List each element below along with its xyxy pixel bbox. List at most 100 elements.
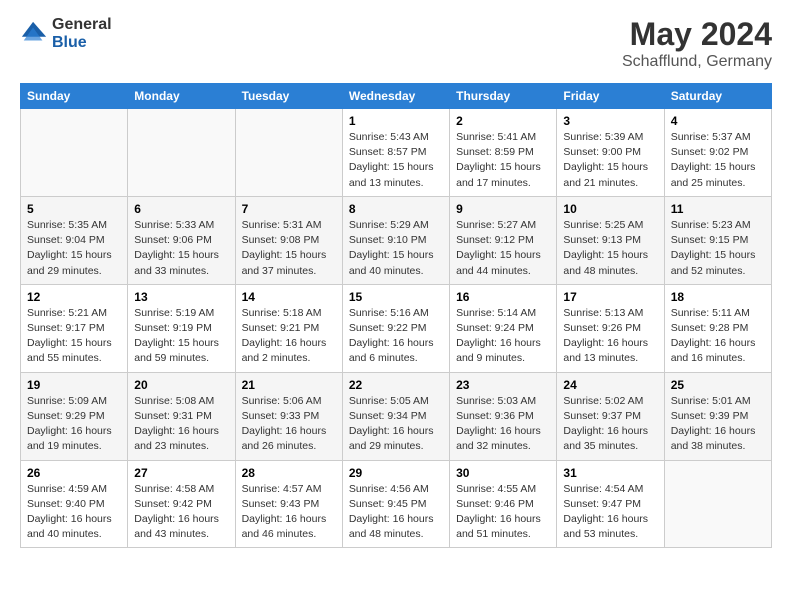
col-tuesday: Tuesday	[235, 84, 342, 109]
day-info: Sunrise: 5:14 AM Sunset: 9:24 PM Dayligh…	[456, 306, 550, 367]
day-number: 14	[242, 290, 336, 304]
day-info: Sunrise: 4:54 AM Sunset: 9:47 PM Dayligh…	[563, 482, 657, 543]
day-info: Sunrise: 4:59 AM Sunset: 9:40 PM Dayligh…	[27, 482, 121, 543]
calendar-table: Sunday Monday Tuesday Wednesday Thursday…	[20, 83, 772, 548]
calendar-cell: 21 Sunrise: 5:06 AM Sunset: 9:33 PM Dayli…	[235, 372, 342, 460]
day-number: 29	[349, 466, 443, 480]
calendar-cell: 29 Sunrise: 4:56 AM Sunset: 9:45 PM Dayli…	[342, 460, 449, 548]
calendar-cell: 18Sunrise: 5:11 AM Sunset: 9:28 PM Dayli…	[664, 284, 771, 372]
day-number: 30	[456, 466, 550, 480]
day-info: Sunrise: 4:56 AM Sunset: 9:45 PM Dayligh…	[349, 482, 443, 543]
logo-general-text: General	[52, 16, 112, 34]
location-title: Schafflund, Germany	[622, 53, 772, 71]
logo-text: General Blue	[52, 16, 112, 51]
day-number: 13	[134, 290, 228, 304]
day-info: Sunrise: 5:25 AM Sunset: 9:13 PM Dayligh…	[563, 218, 657, 279]
calendar-cell: 9 Sunrise: 5:27 AM Sunset: 9:12 PM Daylig…	[450, 196, 557, 284]
calendar-cell: 27 Sunrise: 4:58 AM Sunset: 9:42 PM Dayli…	[128, 460, 235, 548]
day-info: Sunrise: 5:01 AM Sunset: 9:39 PM Dayligh…	[671, 394, 765, 455]
day-number: 27	[134, 466, 228, 480]
week-row-5: 26 Sunrise: 4:59 AM Sunset: 9:40 PM Dayli…	[21, 460, 772, 548]
day-info: Sunrise: 4:57 AM Sunset: 9:43 PM Dayligh…	[242, 482, 336, 543]
day-info: Sunrise: 5:21 AM Sunset: 9:17 PM Dayligh…	[27, 306, 121, 367]
day-info: Sunrise: 5:16 AM Sunset: 9:22 PM Dayligh…	[349, 306, 443, 367]
calendar-cell: 23 Sunrise: 5:03 AM Sunset: 9:36 PM Dayli…	[450, 372, 557, 460]
calendar-cell: 4Sunrise: 5:37 AM Sunset: 9:02 PM Daylig…	[664, 109, 771, 197]
header: General Blue May 2024 Schafflund, German…	[20, 16, 772, 71]
day-number: 2	[456, 114, 550, 128]
calendar-cell: 12 Sunrise: 5:21 AM Sunset: 9:17 PM Dayli…	[21, 284, 128, 372]
calendar-cell: 17 Sunrise: 5:13 AM Sunset: 9:26 PM Dayli…	[557, 284, 664, 372]
calendar-cell: 8 Sunrise: 5:29 AM Sunset: 9:10 PM Daylig…	[342, 196, 449, 284]
day-number: 17	[563, 290, 657, 304]
calendar-cell: 31 Sunrise: 4:54 AM Sunset: 9:47 PM Dayli…	[557, 460, 664, 548]
day-number: 7	[242, 202, 336, 216]
col-monday: Monday	[128, 84, 235, 109]
day-info: Sunrise: 5:29 AM Sunset: 9:10 PM Dayligh…	[349, 218, 443, 279]
calendar-cell: 15 Sunrise: 5:16 AM Sunset: 9:22 PM Dayli…	[342, 284, 449, 372]
day-number: 18	[671, 290, 765, 304]
day-info: Sunrise: 5:05 AM Sunset: 9:34 PM Dayligh…	[349, 394, 443, 455]
day-number: 8	[349, 202, 443, 216]
calendar-cell: 13 Sunrise: 5:19 AM Sunset: 9:19 PM Dayli…	[128, 284, 235, 372]
calendar-cell: 16 Sunrise: 5:14 AM Sunset: 9:24 PM Dayli…	[450, 284, 557, 372]
day-info: Sunrise: 5:02 AM Sunset: 9:37 PM Dayligh…	[563, 394, 657, 455]
day-info: Sunrise: 5:13 AM Sunset: 9:26 PM Dayligh…	[563, 306, 657, 367]
day-number: 6	[134, 202, 228, 216]
title-block: May 2024 Schafflund, Germany	[622, 16, 772, 71]
day-number: 12	[27, 290, 121, 304]
calendar-cell	[235, 109, 342, 197]
day-number: 22	[349, 378, 443, 392]
calendar-cell: 19 Sunrise: 5:09 AM Sunset: 9:29 PM Dayli…	[21, 372, 128, 460]
day-info: Sunrise: 5:41 AM Sunset: 8:59 PM Dayligh…	[456, 130, 550, 191]
day-info: Sunrise: 5:43 AM Sunset: 8:57 PM Dayligh…	[349, 130, 443, 191]
calendar-cell: 11Sunrise: 5:23 AM Sunset: 9:15 PM Dayli…	[664, 196, 771, 284]
logo-icon	[20, 20, 48, 48]
calendar-cell	[21, 109, 128, 197]
calendar-cell	[128, 109, 235, 197]
calendar-cell: 30 Sunrise: 4:55 AM Sunset: 9:46 PM Dayli…	[450, 460, 557, 548]
week-row-4: 19 Sunrise: 5:09 AM Sunset: 9:29 PM Dayli…	[21, 372, 772, 460]
week-row-1: 1 Sunrise: 5:43 AM Sunset: 8:57 PM Daylig…	[21, 109, 772, 197]
day-number: 24	[563, 378, 657, 392]
calendar-cell: 3Sunrise: 5:39 AM Sunset: 9:00 PM Daylig…	[557, 109, 664, 197]
col-saturday: Saturday	[664, 84, 771, 109]
logo: General Blue	[20, 16, 112, 51]
day-number: 10	[563, 202, 657, 216]
day-number: 9	[456, 202, 550, 216]
day-number: 16	[456, 290, 550, 304]
calendar-cell: 5Sunrise: 5:35 AM Sunset: 9:04 PM Daylig…	[21, 196, 128, 284]
day-info: Sunrise: 5:06 AM Sunset: 9:33 PM Dayligh…	[242, 394, 336, 455]
day-number: 31	[563, 466, 657, 480]
day-info: Sunrise: 5:27 AM Sunset: 9:12 PM Dayligh…	[456, 218, 550, 279]
day-number: 20	[134, 378, 228, 392]
day-info: Sunrise: 5:33 AM Sunset: 9:06 PM Dayligh…	[134, 218, 228, 279]
day-number: 4	[671, 114, 765, 128]
calendar-cell: 14 Sunrise: 5:18 AM Sunset: 9:21 PM Dayli…	[235, 284, 342, 372]
calendar-cell: 2 Sunrise: 5:41 AM Sunset: 8:59 PM Daylig…	[450, 109, 557, 197]
calendar-cell: 28 Sunrise: 4:57 AM Sunset: 9:43 PM Dayli…	[235, 460, 342, 548]
day-number: 3	[563, 114, 657, 128]
page: General Blue May 2024 Schafflund, German…	[0, 0, 792, 564]
day-info: Sunrise: 4:58 AM Sunset: 9:42 PM Dayligh…	[134, 482, 228, 543]
calendar-cell: 10 Sunrise: 5:25 AM Sunset: 9:13 PM Dayli…	[557, 196, 664, 284]
day-info: Sunrise: 4:55 AM Sunset: 9:46 PM Dayligh…	[456, 482, 550, 543]
day-info: Sunrise: 5:03 AM Sunset: 9:36 PM Dayligh…	[456, 394, 550, 455]
day-number: 23	[456, 378, 550, 392]
day-number: 19	[27, 378, 121, 392]
day-number: 1	[349, 114, 443, 128]
day-info: Sunrise: 5:19 AM Sunset: 9:19 PM Dayligh…	[134, 306, 228, 367]
header-row: Sunday Monday Tuesday Wednesday Thursday…	[21, 84, 772, 109]
day-info: Sunrise: 5:09 AM Sunset: 9:29 PM Dayligh…	[27, 394, 121, 455]
day-number: 21	[242, 378, 336, 392]
calendar-cell: 25 Sunrise: 5:01 AM Sunset: 9:39 PM Dayli…	[664, 372, 771, 460]
day-info: Sunrise: 5:18 AM Sunset: 9:21 PM Dayligh…	[242, 306, 336, 367]
day-number: 15	[349, 290, 443, 304]
col-wednesday: Wednesday	[342, 84, 449, 109]
calendar-cell: 22 Sunrise: 5:05 AM Sunset: 9:34 PM Dayli…	[342, 372, 449, 460]
calendar-cell: 20Sunrise: 5:08 AM Sunset: 9:31 PM Dayli…	[128, 372, 235, 460]
day-number: 28	[242, 466, 336, 480]
day-number: 25	[671, 378, 765, 392]
day-info: Sunrise: 5:23 AM Sunset: 9:15 PM Dayligh…	[671, 218, 765, 279]
day-number: 26	[27, 466, 121, 480]
